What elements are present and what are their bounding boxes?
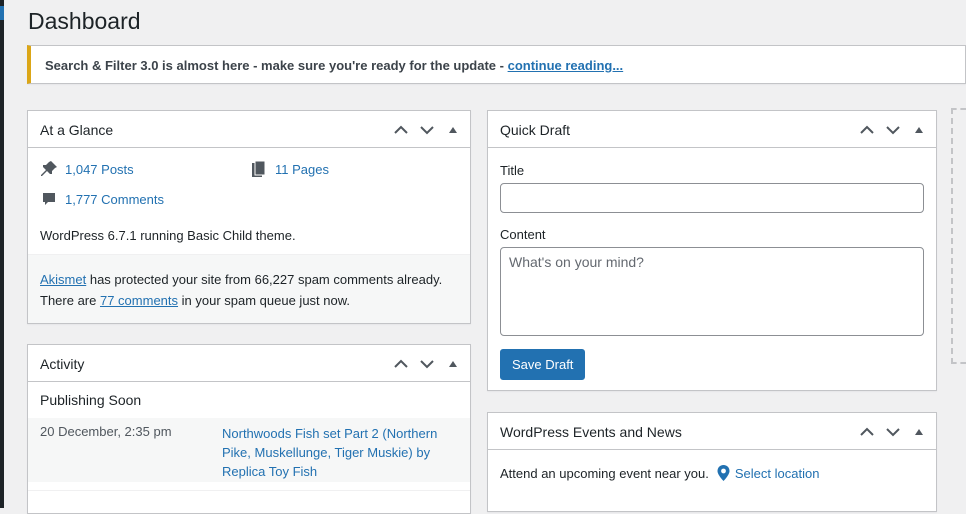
chevron-up-icon <box>860 427 874 436</box>
toggle-panel-button[interactable] <box>440 352 466 376</box>
select-location-link[interactable]: Select location <box>735 466 820 481</box>
move-down-button[interactable] <box>880 420 906 444</box>
events-prompt: Attend an upcoming event near you. Selec… <box>500 465 819 481</box>
move-up-button[interactable] <box>854 118 880 142</box>
wordpress-version-text: WordPress 6.7.1 running Basic Child them… <box>40 228 296 243</box>
comment-icon <box>40 190 58 208</box>
continue-reading-link[interactable]: continue reading... <box>508 58 624 73</box>
chevron-up-icon <box>860 125 874 134</box>
widget-header[interactable]: WordPress Events and News <box>488 413 936 450</box>
title-label: Title <box>500 163 525 178</box>
akismet-summary: Akismet has protected your site from 66,… <box>28 254 470 323</box>
empty-widget-drop-zone <box>951 108 966 364</box>
chevron-up-icon <box>394 359 408 368</box>
attend-text: Attend an upcoming event near you. <box>500 465 709 481</box>
activity-widget: Activity Publishing Soon 20 December, 2:… <box>27 344 471 514</box>
triangle-up-icon <box>915 429 923 435</box>
at-a-glance-widget: At a Glance 1,047 Posts 11 Pages 1,777 C… <box>27 110 471 324</box>
quick-draft-widget: Quick Draft Title Content Save Draft <box>487 110 937 391</box>
pages-icon <box>250 160 268 178</box>
widget-title: Quick Draft <box>500 122 571 138</box>
location-pin-icon <box>717 465 730 481</box>
comments-count-link[interactable]: 1,777 Comments <box>65 192 164 207</box>
notice-text: Search & Filter 3.0 is almost here - mak… <box>45 58 508 73</box>
glance-pages: 11 Pages <box>250 160 329 178</box>
events-news-widget: WordPress Events and News Attend an upco… <box>487 412 937 512</box>
glance-posts: 1,047 Posts <box>40 160 134 178</box>
widget-header[interactable]: At a Glance <box>28 111 470 148</box>
widget-title: At a Glance <box>40 122 114 138</box>
publishing-soon-heading: Publishing Soon <box>40 392 142 408</box>
triangle-up-icon <box>915 127 923 133</box>
move-up-button[interactable] <box>388 352 414 376</box>
scheduled-post-link[interactable]: Northwoods Fish set Part 2 (Northern Pik… <box>222 424 450 481</box>
toggle-panel-button[interactable] <box>906 420 932 444</box>
akismet-link[interactable]: Akismet <box>40 272 86 287</box>
move-up-button[interactable] <box>388 118 414 142</box>
draft-content-textarea[interactable] <box>500 247 924 336</box>
divider <box>28 490 470 491</box>
page-title: Dashboard <box>28 8 141 34</box>
move-down-button[interactable] <box>414 352 440 376</box>
triangle-up-icon <box>449 127 457 133</box>
chevron-down-icon <box>420 126 434 135</box>
save-draft-button[interactable]: Save Draft <box>500 349 586 380</box>
admin-sidebar-edge <box>0 0 4 508</box>
toggle-panel-button[interactable] <box>906 118 932 142</box>
draft-title-input[interactable] <box>500 183 924 213</box>
move-up-button[interactable] <box>854 420 880 444</box>
move-down-button[interactable] <box>414 118 440 142</box>
triangle-up-icon <box>449 361 457 367</box>
chevron-up-icon <box>394 125 408 134</box>
update-notice: Search & Filter 3.0 is almost here - mak… <box>27 45 966 84</box>
pin-icon <box>40 160 58 178</box>
list-item: 20 December, 2:35 pm Northwoods Fish set… <box>28 418 470 482</box>
widget-title: WordPress Events and News <box>500 424 682 440</box>
akismet-text: has protected your site from 66,227 spam… <box>86 272 443 287</box>
spam-suffix: in your spam queue just now. <box>178 293 351 308</box>
content-label: Content <box>500 227 546 242</box>
chevron-down-icon <box>886 428 900 437</box>
widget-header[interactable]: Quick Draft <box>488 111 936 148</box>
spam-prefix: There are <box>40 293 100 308</box>
chevron-down-icon <box>420 360 434 369</box>
posts-count-link[interactable]: 1,047 Posts <box>65 162 134 177</box>
glance-comments: 1,777 Comments <box>40 190 164 208</box>
chevron-down-icon <box>886 126 900 135</box>
spam-comments-link[interactable]: 77 comments <box>100 293 178 308</box>
scheduled-date: 20 December, 2:35 pm <box>40 424 172 439</box>
move-down-button[interactable] <box>880 118 906 142</box>
sidebar-active-marker <box>0 6 4 20</box>
widget-title: Activity <box>40 356 85 372</box>
pages-count-link[interactable]: 11 Pages <box>275 162 329 177</box>
toggle-panel-button[interactable] <box>440 118 466 142</box>
widget-header[interactable]: Activity <box>28 345 470 382</box>
